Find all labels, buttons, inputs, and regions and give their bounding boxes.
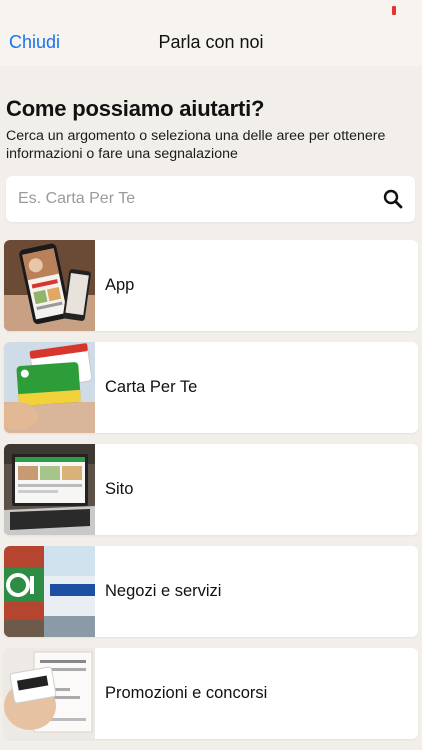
search-input[interactable] [6,176,366,222]
loyalty-card-thumbnail-image [4,342,95,433]
search-bar [6,176,415,222]
topic-label: Promozioni e concorsi [105,684,268,702]
topic-label: Carta Per Te [105,378,198,396]
section-heading: Come possiamo aiutarti? [6,96,265,121]
topic-sito[interactable]: Sito [4,444,418,535]
app-thumbnail-image [4,240,95,331]
topic-label: Negozi e servizi [105,582,222,600]
page-title: Parla con noi [158,32,264,52]
topic-app[interactable]: App [4,240,418,331]
search-icon[interactable] [383,189,403,209]
status-bar [0,0,422,20]
navigation-bar: Chiudi Parla con noi [0,20,422,66]
topic-promozioni-e-concorsi[interactable]: Promozioni e concorsi [4,648,418,739]
promotions-thumbnail-image [4,648,95,739]
topic-carta-per-te[interactable]: Carta Per Te [4,342,418,433]
topic-negozi-e-servizi[interactable]: Negozi e servizi [4,546,418,637]
section-description: Cerca un argomento o seleziona una delle… [6,128,386,162]
topic-label: App [105,276,135,294]
laptop-thumbnail-image [4,444,95,535]
battery-icon [392,6,396,15]
topic-label: Sito [105,480,134,498]
store-thumbnail-image [4,546,95,637]
